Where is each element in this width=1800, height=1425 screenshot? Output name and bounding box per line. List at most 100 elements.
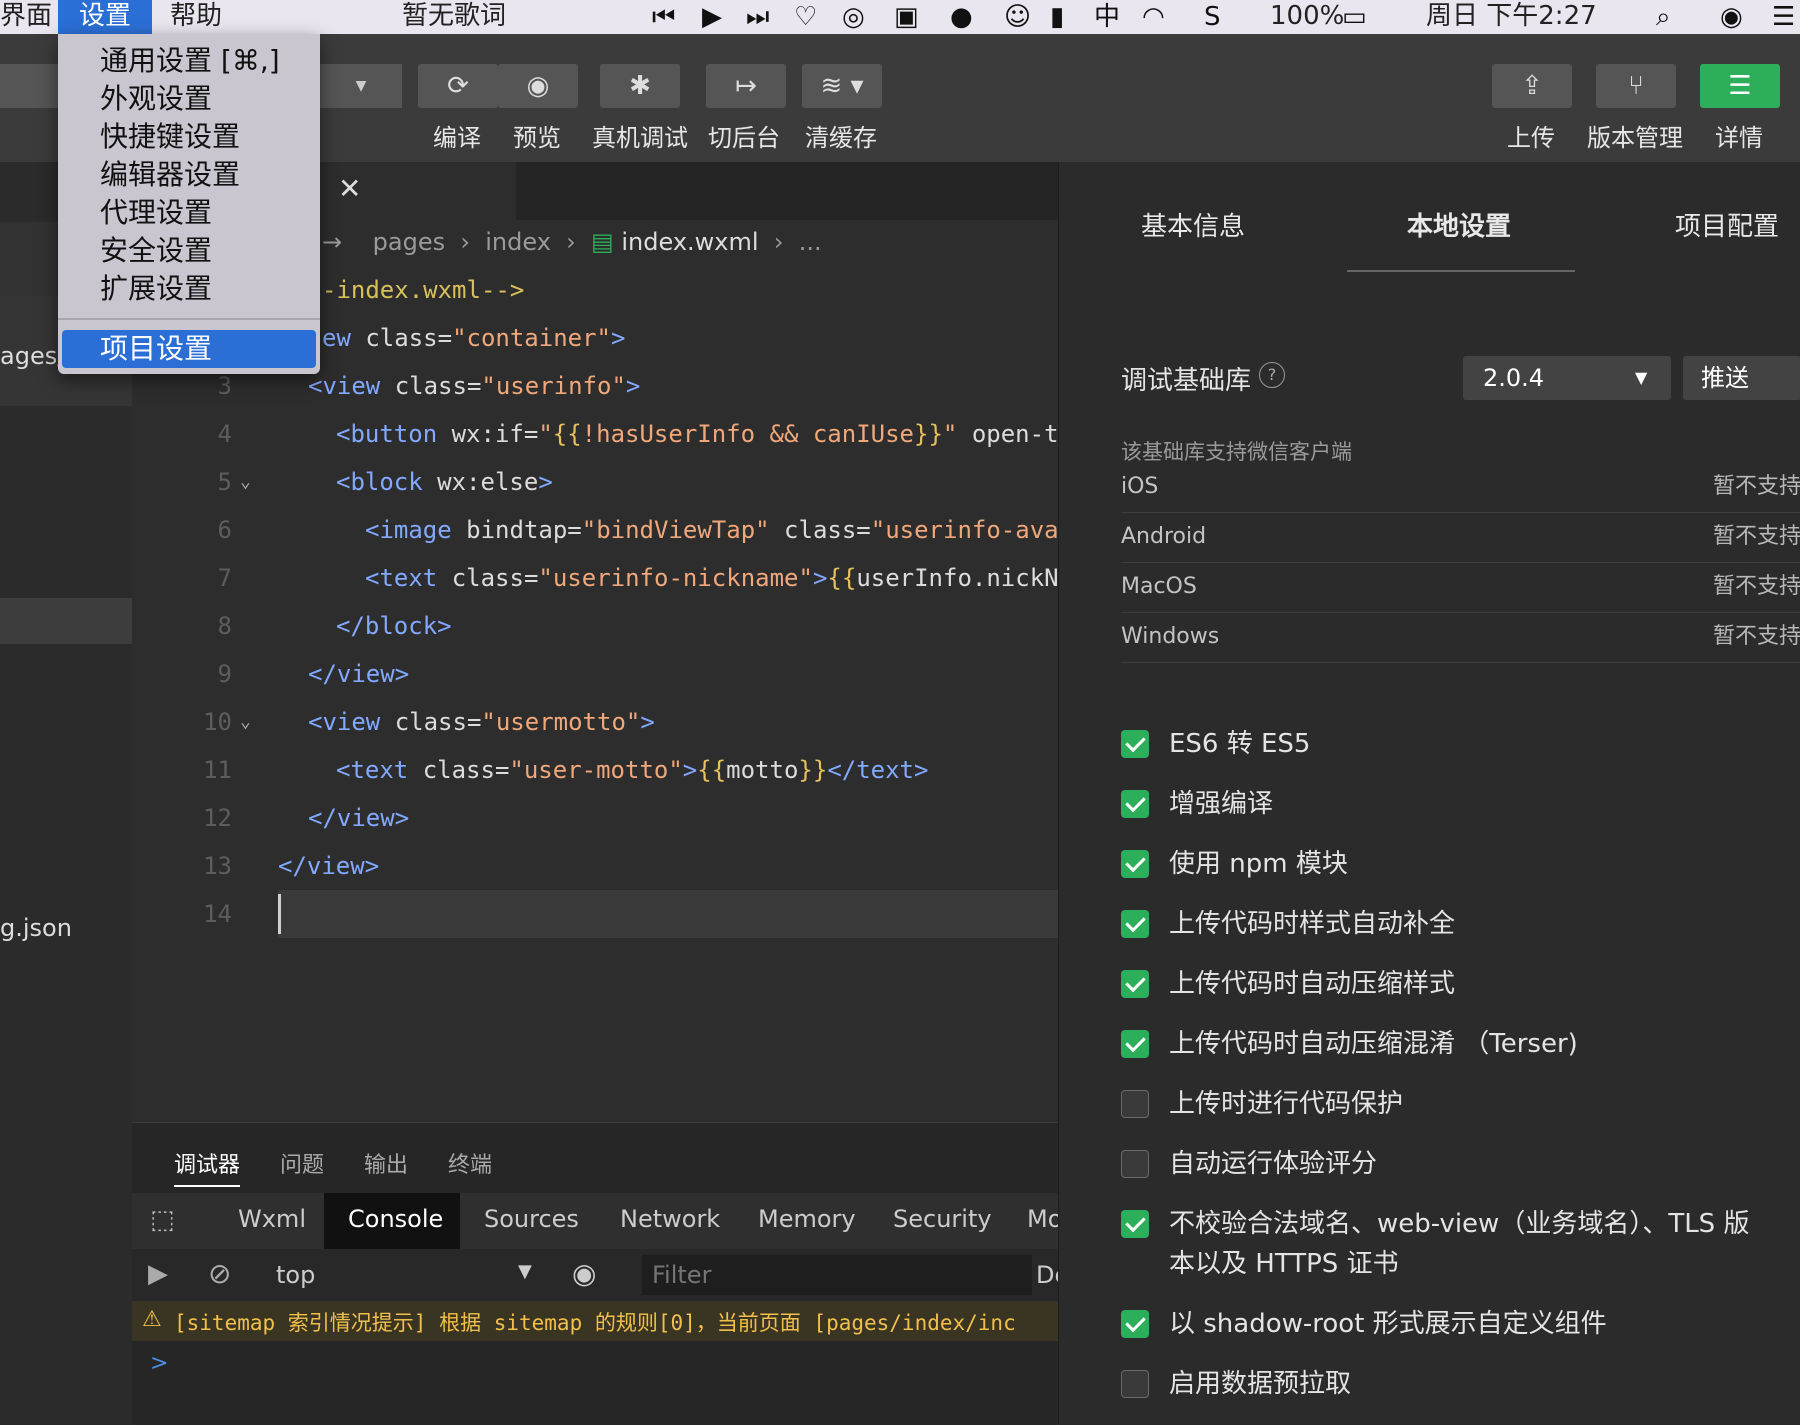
option-code-protect[interactable]: 上传时进行代码保护 — [1121, 1084, 1761, 1124]
mode-select[interactable] — [0, 64, 58, 108]
option-es6[interactable]: ES6 转 ES5 — [1121, 724, 1761, 764]
tree-json-file[interactable]: g.json — [0, 914, 72, 942]
details-button[interactable]: ☰ — [1700, 64, 1780, 108]
battery-icon[interactable]: ▭ — [1342, 3, 1367, 31]
tab-project-config[interactable]: 项目配置 — [1675, 206, 1779, 243]
menu-item-shortcuts[interactable]: 快捷键设置 — [100, 118, 240, 156]
chevron-down-icon[interactable]: ▼ — [518, 1261, 532, 1282]
code-line[interactable]: 5 ⌄ <block wx:else> — [132, 458, 1058, 506]
preview-button[interactable]: ◉ — [498, 64, 578, 108]
option-auto-audit[interactable]: 自动运行体验评分 — [1121, 1144, 1761, 1184]
checkbox-checked[interactable] — [1121, 910, 1149, 938]
checkbox-checked[interactable] — [1121, 970, 1149, 998]
tree-path-fragment[interactable]: ages/ — [0, 342, 65, 370]
menu-item-editor[interactable]: 编辑器设置 — [100, 156, 240, 194]
tab-debugger[interactable]: 调试器 — [174, 1147, 240, 1179]
option-minify-terser[interactable]: 上传代码时自动压缩混淆 （Terser) — [1121, 1024, 1761, 1064]
breadcrumb-pages[interactable]: pages — [373, 228, 445, 256]
menu-settings[interactable]: 设置 — [58, 0, 152, 34]
devtab-sources[interactable]: Sources — [484, 1205, 579, 1233]
fold-chevron-icon[interactable]: ⌄ — [240, 698, 251, 746]
compile-mode-select[interactable]: ▼ — [320, 64, 402, 108]
option-npm[interactable]: 使用 npm 模块 — [1121, 844, 1761, 884]
background-button[interactable]: ↦ — [706, 64, 786, 108]
sidebar-toggle-icon[interactable]: ▶ — [148, 1259, 168, 1289]
checkbox-unchecked[interactable] — [1121, 1090, 1149, 1118]
checkbox-checked[interactable] — [1121, 1310, 1149, 1338]
menu-item-general[interactable]: 通用设置 [⌘,] — [100, 42, 280, 80]
tab-output[interactable]: 输出 — [364, 1147, 408, 1179]
tab-local-settings[interactable]: 本地设置 — [1407, 206, 1511, 243]
code-line[interactable]: 9 </view> — [132, 650, 1058, 698]
checkbox-checked[interactable] — [1121, 790, 1149, 818]
fold-chevron-icon[interactable]: ⌄ — [240, 458, 251, 506]
tab-terminal[interactable]: 终端 — [448, 1147, 492, 1179]
checkbox-unchecked[interactable] — [1121, 1150, 1149, 1178]
previous-track-icon[interactable]: ⏮ — [652, 3, 675, 31]
breadcrumb-file[interactable]: index.wxml — [621, 228, 758, 256]
lib-version-select[interactable]: 2.0.4 ▼ — [1463, 356, 1671, 400]
option-skip-domain-check[interactable]: 不校验合法域名、web-view（业务域名）、TLS 版本以及 HTTPS 证书 — [1121, 1204, 1761, 1284]
tab-basic-info[interactable]: 基本信息 — [1141, 206, 1245, 243]
menu-item-appearance[interactable]: 外观设置 — [100, 80, 212, 118]
checkbox-checked[interactable] — [1121, 850, 1149, 878]
remote-debug-button[interactable]: ✱ — [600, 64, 680, 108]
context-select[interactable]: top — [276, 1261, 315, 1289]
menu-item-proxy[interactable]: 代理设置 — [100, 194, 212, 232]
code-line[interactable]: 8 </block> — [132, 602, 1058, 650]
compile-button[interactable]: ⟳ — [418, 64, 498, 108]
input-method-icon[interactable]: 中 — [1094, 3, 1120, 31]
option-shadow-root[interactable]: 以 shadow-root 形式展示自定义组件 — [1121, 1304, 1761, 1344]
netease-icon[interactable]: ◎ — [842, 3, 865, 31]
code-line[interactable]: 11 <text class="user-motto">{{motto}}</te… — [132, 746, 1058, 794]
devtab-security[interactable]: Security — [893, 1205, 992, 1233]
next-track-icon[interactable]: ⏭ — [746, 3, 769, 31]
console-prompt[interactable]: > — [150, 1351, 168, 1376]
checkbox-checked[interactable] — [1121, 730, 1149, 758]
code-line-active[interactable] — [278, 890, 1058, 938]
qq-icon[interactable]: ● — [950, 3, 973, 31]
code-line[interactable]: 7 <text class="userinfo-nickname">{{userI… — [132, 554, 1058, 602]
checkbox-checked[interactable] — [1121, 1030, 1149, 1058]
menu-view-partial[interactable]: 界面 — [0, 0, 52, 34]
siri-icon[interactable]: ◉ — [1720, 3, 1743, 31]
s-app-icon[interactable]: S — [1204, 3, 1221, 31]
devtab-wxml[interactable]: Wxml — [238, 1205, 306, 1233]
push-button[interactable]: 推送 — [1683, 356, 1800, 400]
code-line[interactable]: 12 </view> — [132, 794, 1058, 842]
option-enhanced-compile[interactable]: 增强编译 — [1121, 784, 1761, 824]
code-line[interactable]: 13 </view> — [132, 842, 1058, 890]
option-prefetch[interactable]: 启用数据预拉取 — [1121, 1364, 1761, 1404]
checkbox-unchecked[interactable] — [1121, 1370, 1149, 1398]
inspect-element-icon[interactable]: ⬚ — [150, 1205, 175, 1235]
breadcrumb-index[interactable]: index — [485, 228, 551, 256]
menu-help[interactable]: 帮助 — [170, 0, 222, 34]
play-icon[interactable]: ▶ — [702, 3, 722, 31]
devtab-console[interactable]: Console — [348, 1205, 443, 1233]
help-icon[interactable]: ? — [1259, 362, 1285, 388]
devtab-memory[interactable]: Memory — [758, 1205, 856, 1233]
code-line[interactable]: 4 <button wx:if="{{!hasUserInfo && canIUs… — [132, 410, 1058, 458]
control-center-icon[interactable]: ☰ — [1772, 3, 1795, 31]
version-button[interactable]: ⑂ — [1596, 64, 1676, 108]
clear-console-icon[interactable]: ⊘ — [208, 1257, 231, 1290]
smiley-icon[interactable]: ☺ — [1004, 3, 1031, 31]
tab-problems[interactable]: 问题 — [280, 1147, 324, 1179]
close-tab-icon[interactable]: ✕ — [338, 172, 361, 205]
breadcrumb-more[interactable]: ... — [799, 228, 822, 256]
code-line[interactable]: 10 ⌄ <view class="usermotto"> — [132, 698, 1058, 746]
devtab-network[interactable]: Network — [620, 1205, 720, 1233]
menu-item-security[interactable]: 安全设置 — [100, 232, 212, 270]
heart-icon[interactable]: ♡ — [794, 3, 817, 31]
wifi-icon[interactable]: ◠ — [1142, 3, 1165, 31]
upload-button[interactable]: ⇪ — [1492, 64, 1572, 108]
search-icon[interactable]: ⌕ — [1656, 3, 1671, 31]
wps-icon[interactable]: ▣ — [894, 3, 919, 31]
microphone-icon[interactable]: ▮ — [1050, 3, 1064, 31]
console-filter-input[interactable] — [642, 1255, 1032, 1295]
menu-item-extensions[interactable]: 扩展设置 — [100, 270, 212, 308]
eye-icon[interactable]: ◉ — [572, 1257, 596, 1290]
option-minify-style[interactable]: 上传代码时自动压缩样式 — [1121, 964, 1761, 1004]
tree-selected-row[interactable] — [0, 598, 132, 644]
checkbox-checked[interactable] — [1121, 1210, 1149, 1238]
